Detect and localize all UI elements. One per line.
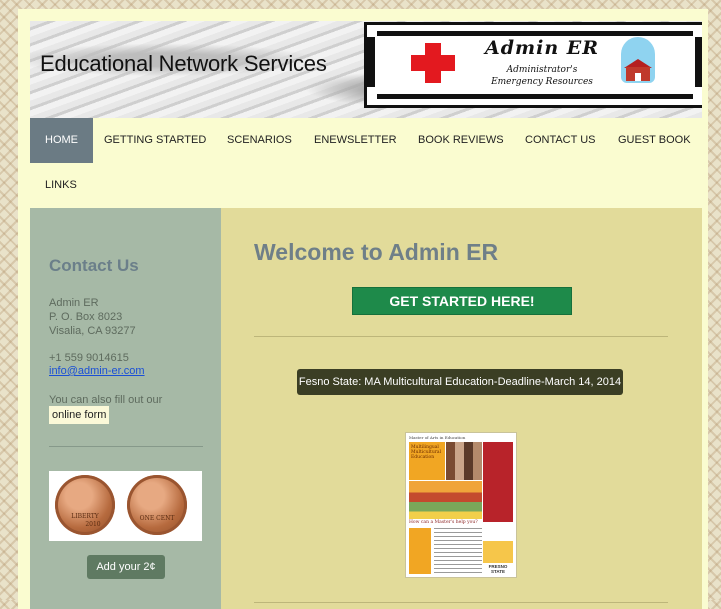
header-banner: Educational Network Services Admin ER Ad… (30, 21, 702, 118)
flyer-photos (446, 442, 482, 480)
flyer-question: How can a Master's help you? (409, 520, 478, 525)
phone-number: +1 559 9014615 (49, 352, 129, 364)
flyer-yellow-box (483, 541, 513, 563)
nav-links[interactable]: LINKS (45, 163, 77, 208)
logo-subtitle-1: Administrator's (506, 65, 578, 75)
logo-border-left (367, 37, 375, 87)
flyer-mural (409, 481, 482, 519)
logo-title: Admin ER (484, 37, 600, 59)
get-started-button[interactable]: GET STARTED HERE! (352, 287, 572, 315)
penny-liberty-text: LIBERTY (71, 513, 99, 520)
nav-contact-us[interactable]: CONTACT US (525, 118, 596, 163)
email-link[interactable]: info@admin-er.com (49, 365, 145, 377)
flyer-title-block: Multilingual Multicultural Education (409, 442, 445, 480)
sidebar: Contact Us Admin ER P. O. Box 8023 Visal… (30, 208, 221, 609)
nav-guest-book[interactable]: GUEST BOOK (618, 118, 691, 163)
nav-scenarios[interactable]: SCENARIOS (227, 118, 292, 163)
nav-book-reviews[interactable]: BOOK REVIEWS (418, 118, 504, 163)
nav-enewsletter[interactable]: ENEWSLETTER (314, 118, 397, 163)
logo-border-right (695, 37, 702, 87)
penny-year-text: 2010 (85, 521, 101, 528)
online-form-link[interactable]: online form (49, 406, 110, 424)
content-divider (254, 336, 668, 337)
form-intro-text: You can also fill out our (49, 394, 163, 406)
penny-back-icon: ONE CENT (127, 475, 187, 535)
fresno-state-button[interactable]: Fesno State: MA Multicultural Education-… (297, 369, 623, 395)
flyer-header: Master of Arts in Education (409, 435, 466, 440)
welcome-heading: Welcome to Admin ER (254, 239, 499, 265)
pennies-image: LIBERTY 2010 ONE CENT (49, 471, 202, 541)
page-container: Educational Network Services Admin ER Ad… (18, 9, 708, 609)
red-cross-icon (411, 43, 455, 83)
penny-one-cent-text: ONE CENT (139, 515, 175, 522)
sidebar-divider (49, 446, 203, 447)
nav-getting-started[interactable]: GETTING STARTED (104, 118, 206, 163)
flyer-logo: FRESNO STATE (488, 564, 508, 574)
flyer-orange-column (409, 528, 431, 574)
address-line-3: Visalia, CA 93277 (49, 325, 136, 337)
penny-front-icon: LIBERTY 2010 (55, 475, 115, 535)
admin-er-logo[interactable]: Admin ER Administrator's Emergency Resou… (364, 22, 702, 108)
program-flyer-image[interactable]: Master of Arts in Education Multilingual… (406, 433, 516, 577)
address-line-1: Admin ER (49, 297, 99, 309)
logo-subtitle-2: Emergency Resources (491, 77, 593, 87)
flyer-red-panel (483, 442, 513, 522)
schoolhouse-icon (621, 37, 655, 85)
flyer-title: Multilingual Multicultural Education (411, 445, 442, 460)
main-content: Welcome to Admin ER GET STARTED HERE! Fe… (221, 208, 702, 609)
sidebar-heading: Contact Us (49, 256, 139, 275)
content-divider-bottom (254, 602, 668, 603)
address-line-2: P. O. Box 8023 (49, 311, 123, 323)
flyer-text-lines (434, 528, 482, 574)
nav-home[interactable]: HOME (30, 118, 93, 163)
add-your-2-cents-button[interactable]: Add your 2¢ (87, 555, 165, 579)
site-title: Educational Network Services (40, 51, 327, 76)
